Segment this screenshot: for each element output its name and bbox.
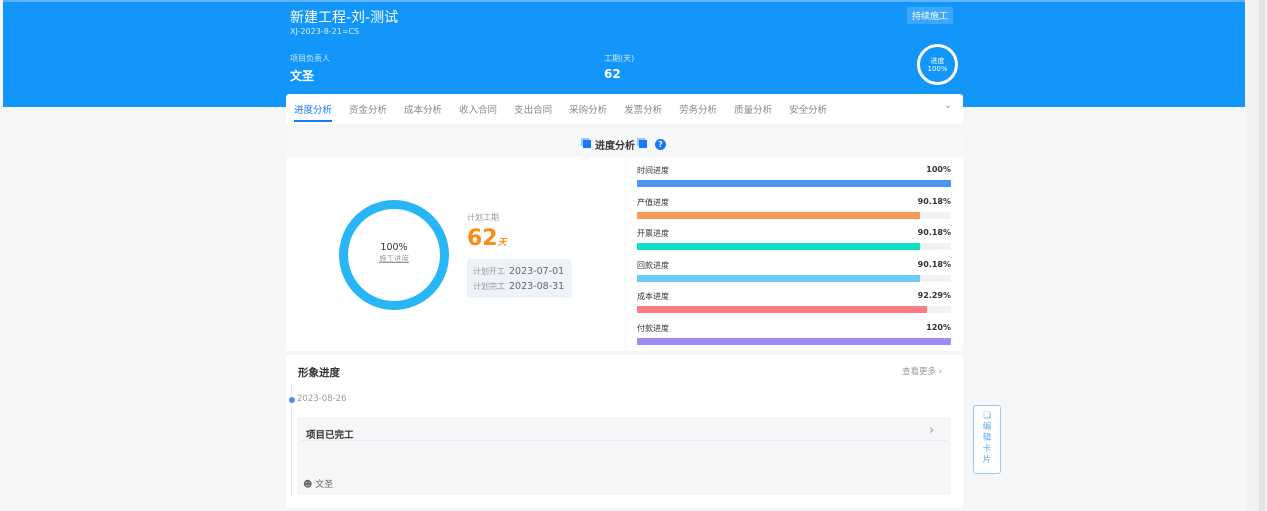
tab-5[interactable]: 采购分析 <box>569 102 607 116</box>
help-icon[interactable]: ? <box>655 138 666 150</box>
plan-start: 计划开工 2023-07-01 <box>473 264 566 279</box>
duration-label: 工期(天) <box>604 54 635 63</box>
progress-bars-panel: 时间进度 100% 产值进度 90.18% 开票进度 90.18% 回款进度 90.18% 成本… <box>626 158 963 351</box>
status-badge: 持续施工 <box>907 7 954 24</box>
tab-0[interactable]: 进度分析 <box>294 102 333 122</box>
progress-ring: 进度 100% <box>917 44 958 85</box>
user-icon: ☻ <box>303 480 313 490</box>
chevron-right-icon[interactable]: › <box>929 423 934 438</box>
plan-days: 62 <box>467 226 498 251</box>
progress-bar-row: 产值进度 90.18% <box>637 197 951 219</box>
progress-donut: 100% 施工进度 <box>339 200 449 310</box>
image-progress-title: 形象进度 <box>298 367 340 379</box>
bar-fill <box>637 180 951 187</box>
edit-char: 编 <box>982 422 992 432</box>
plan-unit: 天 <box>497 238 507 248</box>
progress-bar-row: 成本进度 92.29% <box>637 291 951 314</box>
tab-8[interactable]: 质量分析 <box>734 102 772 116</box>
project-code: XJ-2023-8-21=CS <box>290 27 360 36</box>
timeline-date: 2023-08-26 <box>297 394 347 404</box>
bar-label: 成本进度 <box>637 292 669 302</box>
section-title-text: 进度分析 <box>595 140 635 152</box>
plan-dates: 计划开工 2023-07-01 计划完工 2023-08-31 <box>467 259 572 298</box>
bar-label: 付款进度 <box>637 324 669 333</box>
progress-bar-row: 付款进度 120% <box>637 323 951 345</box>
progress-bar-row: 开票进度 90.18% <box>637 228 951 251</box>
section-title: 进度分析 ? <box>286 130 963 158</box>
progress-ring-label: 进度 <box>930 57 945 65</box>
scrollbar-thumb[interactable] <box>1259 0 1265 511</box>
edit-char: 卡 <box>982 444 992 454</box>
tab-3[interactable]: 收入合同 <box>459 102 497 116</box>
manager-label: 项目负责人 <box>290 54 330 63</box>
bar-fill <box>637 274 921 282</box>
construction-progress-panel: 100% 施工进度 计划工期 62天 计划开工 2023-07-01 计划完工 20… <box>286 158 625 351</box>
bar-value: 120% <box>926 323 951 332</box>
progress-card[interactable]: 项目已完工 › ☻ 文圣 <box>297 417 951 495</box>
bar-track <box>637 306 951 314</box>
donut-percent: 100% <box>380 242 408 253</box>
tab-1[interactable]: 资金分析 <box>349 102 387 116</box>
decor-right-icon <box>639 140 647 148</box>
plan-end-label: 计划完工 <box>473 282 505 291</box>
bar-fill <box>637 338 951 345</box>
timeline-dot <box>289 397 295 403</box>
decor-left-icon <box>583 140 591 148</box>
bar-track <box>637 180 951 187</box>
edit-icon: ❏ <box>983 411 991 421</box>
bar-track <box>637 274 951 282</box>
donut-label[interactable]: 施工进度 <box>348 253 440 264</box>
bar-fill <box>637 211 921 219</box>
edit-card-button[interactable]: ❏ 编 辑 卡 片 <box>973 405 1001 474</box>
plan-end: 计划完工 2023-08-31 <box>473 279 566 294</box>
bar-label: 开票进度 <box>637 229 669 239</box>
progress-bar-row: 回款进度 90.18% <box>637 260 951 282</box>
view-more-link[interactable]: 查看更多 › <box>902 365 942 377</box>
view-more-text: 查看更多 <box>902 367 937 377</box>
bar-fill <box>637 306 927 314</box>
bar-value: 90.18% <box>917 228 951 238</box>
bar-value: 92.29% <box>917 291 951 301</box>
plan-start-value: 2023-07-01 <box>509 266 565 277</box>
chevron-right-icon: › <box>938 367 943 377</box>
card-user-name: 文圣 <box>315 480 334 490</box>
tab-9[interactable]: 安全分析 <box>789 102 827 116</box>
progress-ring-value: 100% <box>927 65 948 73</box>
plan-end-value: 2023-08-31 <box>509 281 565 292</box>
bar-fill <box>637 243 921 251</box>
bar-value: 90.18% <box>917 259 951 269</box>
tab-2[interactable]: 成本分析 <box>404 102 442 116</box>
plan-duration-value: 62天 <box>467 226 507 251</box>
divider <box>301 440 947 441</box>
tab-6[interactable]: 发票分析 <box>624 102 662 116</box>
edit-char: 片 <box>982 455 992 465</box>
duration-value: 62 <box>604 67 621 81</box>
card-user: ☻ 文圣 <box>303 477 333 490</box>
bar-track <box>637 211 951 219</box>
bar-label: 产值进度 <box>637 197 669 207</box>
bar-label: 回款进度 <box>637 260 669 270</box>
bar-track <box>637 338 951 345</box>
plan-duration-label: 计划工期 <box>467 213 499 222</box>
bar-value: 90.18% <box>917 196 951 206</box>
manager-value: 文圣 <box>290 69 315 83</box>
plan-start-label: 计划开工 <box>473 267 505 276</box>
bar-track <box>637 243 951 251</box>
project-title: 新建工程-刘-测试 <box>290 10 399 26</box>
edit-char: 辑 <box>982 433 992 443</box>
tab-7[interactable]: 劳务分析 <box>679 102 717 116</box>
bar-value: 100% <box>926 165 951 174</box>
bar-label: 时间进度 <box>637 166 669 175</box>
card-title: 项目已完工 <box>306 430 354 441</box>
image-progress-section: 形象进度 查看更多 › 2023-08-26 项目已完工 › ☻ 文圣 <box>286 355 963 508</box>
progress-bar-row: 时间进度 100% <box>637 165 951 187</box>
tab-4[interactable]: 支出合同 <box>514 102 552 116</box>
analysis-tabs: 进度分析 资金分析 成本分析 收入合同 支出合同 采购分析 发票分析 劳务分析 质量分析 安全分析 <box>286 94 963 124</box>
chevron-down-icon[interactable]: ⌄ <box>944 100 952 111</box>
